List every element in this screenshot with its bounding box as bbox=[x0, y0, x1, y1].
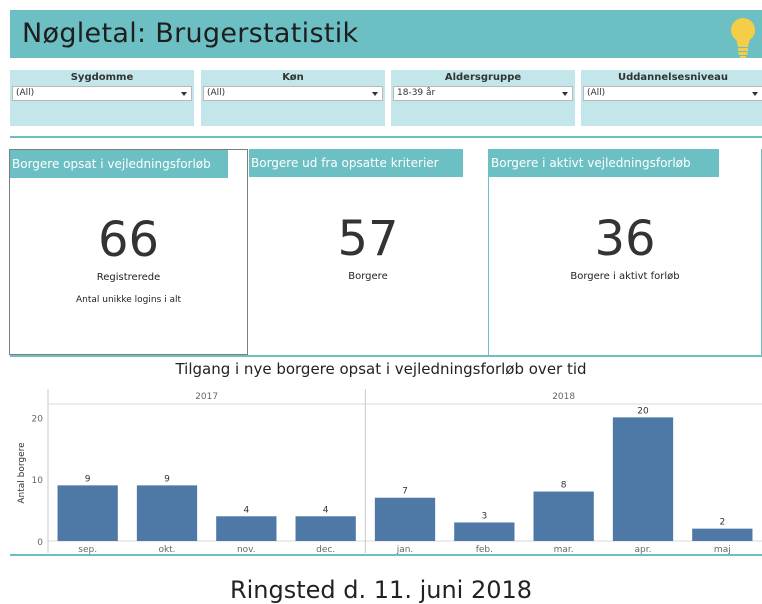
kpi-note: Antal unikke logins i alt bbox=[75, 295, 182, 305]
chevron-down-icon[interactable] bbox=[752, 92, 758, 96]
x-tick-label: jan. bbox=[396, 545, 414, 555]
x-tick-label: mar. bbox=[554, 545, 574, 555]
y-tick-label: 0 bbox=[37, 538, 43, 548]
x-tick-label: dec. bbox=[316, 545, 335, 555]
divider bbox=[10, 136, 762, 138]
kpi-caption: Borgere i aktivt forløb bbox=[570, 271, 680, 282]
chart-title: Tilgang i nye borgere opsat i vejledning… bbox=[175, 360, 587, 378]
select-value: (All) bbox=[587, 88, 606, 98]
select-value: (All) bbox=[207, 88, 226, 98]
divider bbox=[10, 355, 762, 357]
footer-date: Ringsted d. 11. juni 2018 bbox=[229, 576, 533, 604]
aldersgruppe-select[interactable]: 18-39 år bbox=[393, 86, 573, 101]
data-label: 8 bbox=[561, 481, 567, 491]
filter-label: Køn bbox=[282, 72, 304, 83]
x-tick-label: okt. bbox=[158, 545, 175, 555]
bar bbox=[295, 516, 356, 541]
y-tick-label: 20 bbox=[32, 414, 44, 424]
select-value: (All) bbox=[16, 88, 35, 98]
data-label: 4 bbox=[323, 505, 329, 515]
data-label: 2 bbox=[719, 518, 725, 528]
filter-koen: Køn (All) bbox=[201, 70, 385, 126]
year-group-label: 2017 bbox=[195, 392, 218, 402]
bar bbox=[454, 522, 515, 541]
bar bbox=[57, 485, 118, 541]
chevron-down-icon[interactable] bbox=[372, 92, 378, 96]
x-tick-label: sep. bbox=[78, 545, 97, 555]
lightbulb-icon bbox=[731, 18, 755, 58]
filter-sygdomme: Sygdomme (All) bbox=[10, 70, 194, 126]
kpi-card-kriterier[interactable]: Borgere ud fra opsatte kriterier 57 Borg… bbox=[249, 149, 487, 355]
y-axis-label: Antal borgere bbox=[17, 442, 27, 504]
chevron-down-icon[interactable] bbox=[181, 92, 187, 96]
filter-label: Uddannelsesniveau bbox=[617, 72, 729, 83]
sygdomme-select[interactable]: (All) bbox=[12, 86, 192, 101]
bar bbox=[216, 516, 277, 541]
kpi-card-aktivt[interactable]: Borgere i aktivt vejledningsforløb 36 Bo… bbox=[488, 149, 762, 355]
kpi-value: 57 bbox=[337, 211, 399, 267]
kpi-caption: Registrerede bbox=[96, 272, 161, 283]
bar bbox=[612, 417, 674, 541]
kpi-title: Borgere ud fra opsatte kriterier bbox=[249, 149, 463, 177]
bar bbox=[136, 485, 198, 541]
header-bar: Nøgletal: Brugerstatistik bbox=[10, 10, 762, 58]
bar bbox=[692, 528, 753, 541]
data-label: 20 bbox=[637, 406, 649, 416]
koen-select[interactable]: (All) bbox=[203, 86, 383, 101]
data-label: 9 bbox=[164, 474, 170, 484]
bar bbox=[533, 491, 594, 541]
x-tick-label: nov. bbox=[237, 545, 256, 555]
data-label: 4 bbox=[243, 505, 249, 515]
page-title: Nøgletal: Brugerstatistik bbox=[22, 18, 359, 49]
chevron-down-icon[interactable] bbox=[562, 92, 568, 96]
filter-aldersgruppe: Aldersgruppe 18-39 år bbox=[391, 70, 575, 126]
kpi-value: 66 bbox=[97, 212, 160, 268]
x-tick-label: apr. bbox=[635, 545, 652, 555]
data-label: 3 bbox=[481, 511, 487, 521]
y-tick-label: 10 bbox=[32, 476, 44, 486]
kpi-card-opsat[interactable]: Borgere opsat i vejledningsforløb 66 Reg… bbox=[9, 149, 248, 355]
filter-label: Aldersgruppe bbox=[444, 72, 522, 83]
filter-label: Sygdomme bbox=[70, 72, 134, 83]
x-tick-label: maj bbox=[714, 545, 731, 555]
kpi-value: 36 bbox=[594, 211, 656, 267]
data-label: 7 bbox=[402, 487, 408, 497]
filter-uddannelsesniveau: Uddannelsesniveau (All) bbox=[581, 70, 762, 126]
data-label: 9 bbox=[85, 474, 91, 484]
uddannelsesniveau-select[interactable]: (All) bbox=[583, 86, 762, 101]
x-tick-label: feb. bbox=[476, 545, 493, 555]
kpi-title: Borgere opsat i vejledningsforløb bbox=[10, 150, 228, 178]
select-value: 18-39 år bbox=[397, 88, 436, 98]
kpi-title: Borgere i aktivt vejledningsforløb bbox=[489, 149, 719, 177]
bar bbox=[374, 497, 436, 541]
year-group-label: 2018 bbox=[552, 392, 575, 402]
bar-chart: 0 10 20 Antal borgere 2017 9 sep. 9 okt. 4 nov. 4 de… bbox=[10, 389, 762, 556]
kpi-caption: Borgere bbox=[348, 271, 388, 282]
